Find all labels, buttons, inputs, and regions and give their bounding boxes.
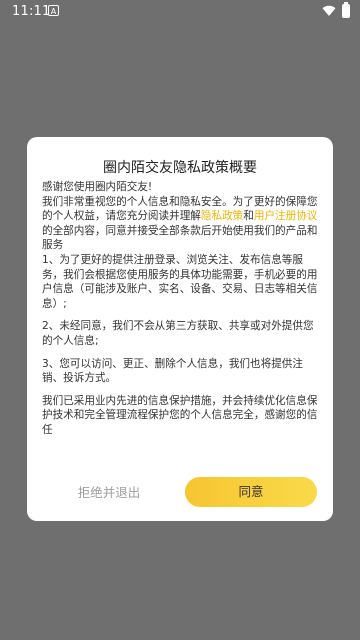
dialog-title: 圈内陌交友隐私政策概要 — [103, 160, 257, 176]
privacy-policy-link[interactable]: 隐私政策 — [201, 210, 243, 222]
status-bar: 11:11 A — [0, 0, 360, 24]
item-3: 3、您可以访问、更正、删除个人信息，我们也将提供注销、投诉方式。 — [42, 357, 303, 385]
decline-button[interactable]: 拒绝并退出 — [54, 477, 164, 509]
user-agreement-link[interactable]: 用户注册协议 — [254, 210, 318, 222]
intro-text-b: 的全部内容，同意并接受全部条款后开始使用我们的产品和服务 — [42, 224, 318, 252]
battery-icon — [342, 2, 350, 18]
dialog-footer: 拒绝并退出 同意 — [27, 477, 333, 509]
notification-icon: A — [48, 5, 59, 16]
status-icons — [322, 2, 350, 18]
closing-paragraph: 我们已采用业内先进的信息保护措施，并会持续优化信息保护技术和完全管理流程保护您的… — [42, 394, 318, 436]
item-2: 2、未经同意，我们不会从第三方获取、共享或对外提供您的个人信息; — [42, 320, 314, 347]
greeting-text: 感谢您使用圈内陌交友! — [42, 181, 153, 193]
dialog-body: 感谢您使用圈内陌交友! 我们非常重视您的个人信息和隐私安全。为了更好的保障您的个… — [42, 180, 320, 444]
privacy-dialog: 圈内陌交友隐私政策概要 感谢您使用圈内陌交友! 我们非常重视您的个人信息和隐私安… — [27, 137, 333, 521]
agree-button[interactable]: 同意 — [185, 477, 317, 507]
status-time: 11:11 — [12, 4, 51, 19]
and-text: 和 — [243, 210, 254, 223]
wifi-icon — [322, 5, 336, 17]
intro-paragraph: 我们非常重视您的个人信息和隐私安全。为了更好的保障您的个人权益，请您充分阅读并理… — [42, 195, 320, 253]
item-1: 1、为了更好的提供注册登录、浏览关注、发布信息等服务，我们会根据您使用服务的具体… — [42, 253, 318, 310]
